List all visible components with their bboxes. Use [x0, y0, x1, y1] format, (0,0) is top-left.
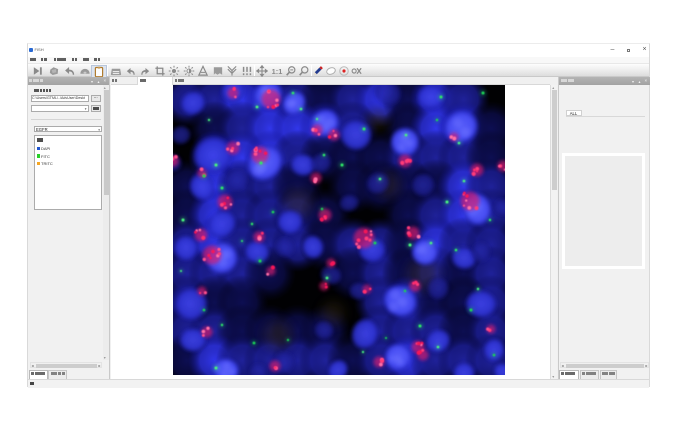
svg-text:1:1: 1:1	[271, 66, 282, 75]
